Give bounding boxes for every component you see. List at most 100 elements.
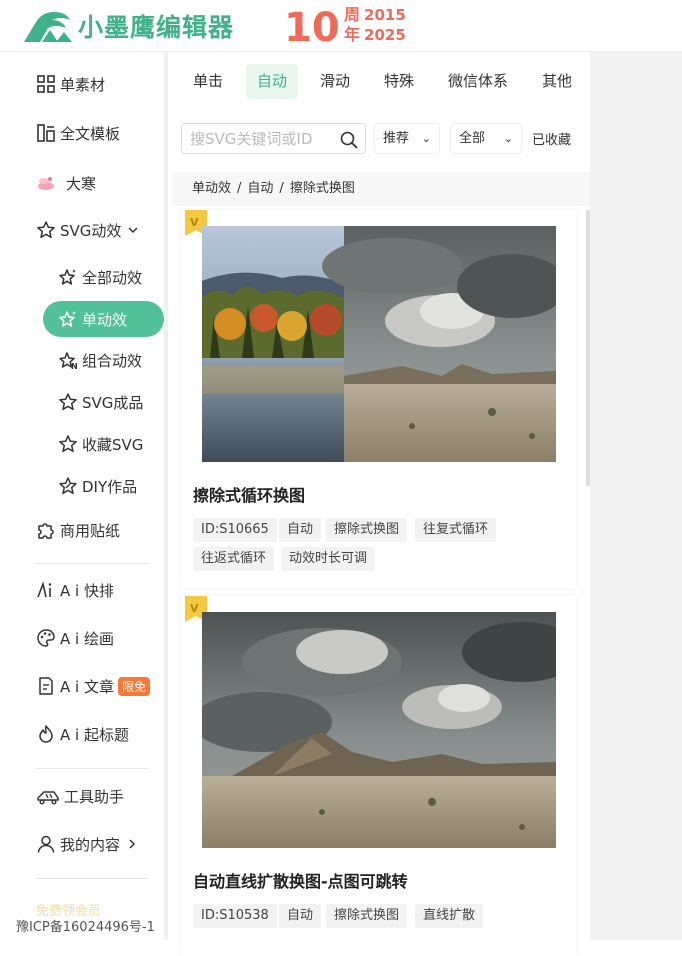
template-icon — [37, 124, 55, 142]
sidebar-item-label: 我的内容 — [60, 835, 121, 854]
sidebar-item-label: 全文模板 — [60, 124, 121, 143]
puzzle-icon — [38, 523, 54, 539]
tag[interactable]: 直线扩散 — [415, 904, 484, 928]
sidebar-item-ai-layout[interactable]: A i 快排 — [36, 578, 114, 602]
search-box — [181, 123, 366, 154]
sidebar-item-label: 商用贴纸 — [60, 521, 121, 540]
truck-icon — [37, 791, 59, 805]
tag[interactable]: ID:S10538 — [193, 904, 277, 928]
sidebar-subitem-svg-products[interactable]: SVG成品 — [58, 390, 143, 414]
tab-slide[interactable]: 滑动 — [309, 64, 361, 99]
sidebar-subitem-combo-effect[interactable]: N 组合动效 — [58, 348, 142, 372]
effect-card[interactable]: V 自动直线扩散换图-点图可跳转 ID:S10538 自动 擦除式换图 直线扩散 — [182, 596, 576, 956]
doc-icon — [39, 677, 53, 695]
star-sparkle-icon — [59, 311, 76, 327]
brand-logo[interactable]: 小墨鹰编辑器 — [20, 6, 234, 46]
tag[interactable]: 往复式循环 — [415, 518, 497, 542]
sidebar-subitem-all-effects[interactable]: 全部动效 — [58, 265, 142, 289]
tag[interactable]: 动效时长可调 — [281, 547, 376, 571]
favorites-filter[interactable]: 已收藏 — [532, 129, 571, 148]
main-panel: 单击 自动 滑动 特殊 微信体系 其他 推荐 ⌄ 全部 ⌄ 已收藏 单动效/自动… — [172, 52, 590, 956]
tag[interactable]: ID:S10665 — [193, 518, 277, 542]
preview-image — [202, 226, 556, 462]
search-input[interactable] — [190, 129, 340, 148]
user-icon — [37, 835, 55, 853]
breadcrumb-item[interactable]: 自动 — [247, 181, 273, 196]
sidebar-item-full-template[interactable]: 全文模板 — [36, 121, 120, 145]
sidebar-item-ai-painting[interactable]: A i 绘画 — [36, 626, 114, 650]
sidebar-item-label: A i 起标题 — [60, 725, 129, 744]
scope-select[interactable]: 全部 ⌄ — [450, 123, 522, 154]
tag[interactable]: 擦除式换图 — [326, 518, 408, 542]
chevron-right-icon — [129, 839, 136, 849]
star-outline-icon — [59, 435, 77, 453]
sort-select[interactable]: 推荐 ⌄ — [374, 123, 440, 154]
svg-text:N: N — [71, 362, 78, 370]
tab-auto[interactable]: 自动 — [246, 64, 299, 99]
sidebar-item-label: A i 文章 — [60, 677, 114, 696]
effect-preview-image[interactable] — [202, 612, 556, 848]
preview-image — [202, 612, 556, 848]
flame-icon — [39, 725, 53, 743]
tag[interactable]: 往返式循环 — [193, 547, 275, 571]
chevron-down-icon: ⌄ — [421, 132, 431, 145]
sidebar-subitem-favorite-svg[interactable]: 收藏SVG — [58, 432, 143, 456]
sidebar-item-single-material[interactable]: 单素材 — [36, 72, 105, 96]
tag[interactable]: 自动 — [279, 904, 322, 928]
effect-card[interactable]: V 擦除式循环换图 ID:S10665 自动 擦除式换图 往复式循环 往返式循环… — [182, 210, 576, 588]
season-icon — [38, 177, 54, 190]
category-tabs: 单击 自动 滑动 特殊 微信体系 其他 — [172, 64, 590, 100]
free-badge: 限免 — [117, 676, 150, 696]
sidebar-item-ai-title[interactable]: A i 起标题 — [36, 722, 129, 746]
star-edit-icon — [59, 477, 77, 495]
tab-special[interactable]: 特殊 — [373, 64, 425, 99]
search-icon[interactable] — [339, 130, 359, 150]
sidebar-subitem-label: DIY作品 — [82, 477, 138, 496]
sidebar-item-season[interactable]: 大寒 — [36, 171, 96, 195]
star-sparkle-icon — [59, 269, 76, 285]
svg-text:V: V — [190, 602, 199, 615]
star-outline-icon — [37, 221, 55, 239]
anniversary-year-start: 2015 — [364, 6, 406, 24]
sidebar-divider — [36, 563, 148, 564]
sidebar-subitem-label: 单动效 — [82, 310, 128, 329]
eagle-logo-icon — [24, 12, 72, 42]
sidebar-item-stickers[interactable]: 商用贴纸 — [36, 518, 120, 542]
sidebar-item-tools[interactable]: 工具助手 — [36, 784, 124, 808]
sidebar-item-my-content[interactable]: 我的内容 — [36, 832, 142, 856]
palette-icon — [37, 629, 55, 647]
sidebar-item-label: 单素材 — [60, 75, 106, 94]
chevron-down-icon: ⌄ — [503, 132, 513, 145]
breadcrumb-item: 擦除式换图 — [289, 181, 355, 196]
icp-record[interactable]: 豫ICP备16024496号-1 — [16, 916, 155, 935]
tag[interactable]: 自动 — [279, 518, 322, 542]
chevron-down-icon — [128, 227, 138, 234]
effect-preview-image[interactable] — [202, 226, 556, 462]
tab-other[interactable]: 其他 — [531, 64, 583, 99]
sidebar-subitem-single-effect[interactable]: 单动效 — [58, 307, 127, 331]
sidebar-divider — [36, 768, 148, 769]
card-title[interactable]: 擦除式循环换图 — [193, 482, 305, 506]
scrollbar-thumb[interactable] — [586, 210, 590, 486]
tab-wechat-system[interactable]: 微信体系 — [437, 64, 519, 99]
sidebar-item-label: A i 绘画 — [60, 629, 114, 648]
sidebar-item-svg-effects[interactable]: SVG动效 — [36, 218, 143, 242]
star-outline-icon — [59, 393, 77, 411]
sidebar-subitem-label: 组合动效 — [82, 351, 143, 370]
sidebar: 单素材 全文模板 大寒 SVG动效 全部动效 单动效 N 组合动效 SVG成品 … — [0, 52, 168, 940]
breadcrumb-item[interactable]: 单动效 — [192, 181, 231, 196]
sidebar-item-ai-article[interactable]: A i 文章 限免 — [36, 674, 150, 698]
card-title[interactable]: 自动直线扩散换图-点图可跳转 — [193, 868, 408, 892]
scope-select-value: 全部 — [459, 131, 486, 146]
sidebar-subitem-label: 全部动效 — [82, 268, 143, 287]
svg-text:10: 10 — [284, 5, 340, 46]
anniversary-char-1: 周 — [344, 5, 361, 24]
star-n-icon: N — [59, 352, 78, 370]
tag[interactable]: 擦除式换图 — [326, 904, 408, 928]
sidebar-subitem-label: SVG成品 — [82, 393, 144, 412]
anniversary-banner: 10 周 2015 年 2025 — [284, 4, 406, 46]
tab-click[interactable]: 单击 — [182, 64, 234, 99]
sidebar-subitem-diy-works[interactable]: DIY作品 — [58, 474, 137, 498]
sidebar-item-label: 工具助手 — [64, 787, 125, 806]
anniversary-number: 10 — [284, 5, 340, 46]
